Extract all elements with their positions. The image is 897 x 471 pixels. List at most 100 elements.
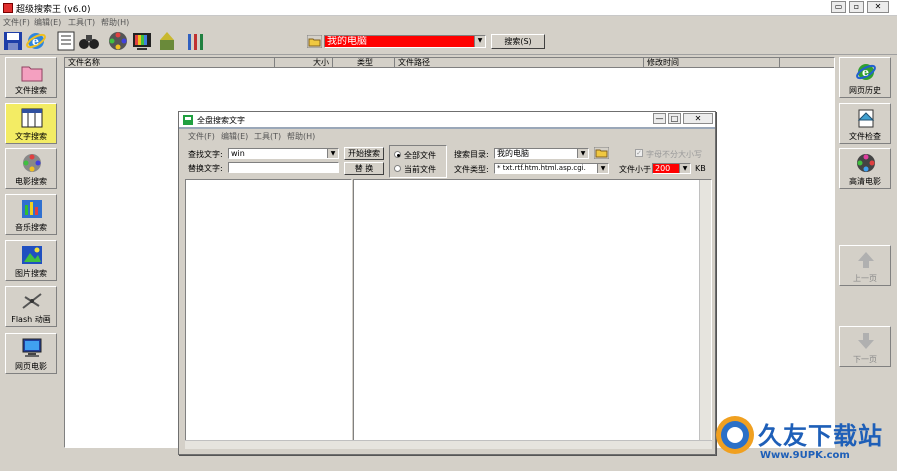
monitor-icon xyxy=(22,338,42,357)
case-insensitive-label: 字母不分大小写 xyxy=(646,150,702,159)
dialog-menu-edit[interactable]: 编辑(E) xyxy=(221,131,248,142)
dialog-separator xyxy=(179,127,715,129)
dialog-menu-file[interactable]: 文件(F) xyxy=(188,131,215,142)
file-list-pane[interactable] xyxy=(185,179,352,449)
chevron-down-icon[interactable]: ▼ xyxy=(679,164,690,173)
sidebar-item-file-search[interactable]: 文件搜索 xyxy=(5,57,57,98)
chevron-down-icon[interactable]: ▼ xyxy=(474,36,485,47)
dialog-maximize-button[interactable]: □ xyxy=(668,113,681,124)
find-text-input[interactable]: win ▼ xyxy=(228,148,339,159)
radio-current-file-label: 当前文件 xyxy=(404,165,436,174)
size-limit-select[interactable]: 200 ▼ xyxy=(652,163,691,174)
search-button[interactable]: 搜索(S) xyxy=(491,34,545,49)
sidebar-item-label: 上一页 xyxy=(853,274,877,283)
search-dir-label: 搜索目录: xyxy=(454,150,489,159)
radio-current-file[interactable] xyxy=(394,165,401,172)
dialog-menu-bar: 文件(F) 编辑(E) 工具(T) 帮助(H) xyxy=(179,130,715,142)
text-search-dialog: 全盘搜索文字 — □ ✕ 文件(F) 编辑(E) 工具(T) 帮助(H) 查找文… xyxy=(178,111,716,455)
file-check-icon xyxy=(857,109,875,128)
ie-icon: e xyxy=(856,64,876,80)
sidebar-item-label: 高清电影 xyxy=(849,177,881,186)
window-title-bar: 超级搜索王 (v6.0) ▭ ▫ ✕ xyxy=(0,0,897,16)
binoculars-icon[interactable] xyxy=(78,30,100,52)
column-header-type[interactable]: 类型 xyxy=(333,58,395,68)
sidebar-item-label: Flash 动画 xyxy=(11,315,51,324)
horizontal-scrollbar[interactable] xyxy=(185,440,712,449)
column-header-filler xyxy=(780,58,834,68)
tv-icon[interactable] xyxy=(131,30,153,52)
replace-text-input[interactable] xyxy=(228,162,339,173)
content-preview-pane[interactable] xyxy=(353,179,712,449)
sidebar-item-movie-search[interactable]: 电影搜索 xyxy=(5,148,57,189)
menu-file[interactable]: 文件(F) xyxy=(3,17,30,28)
file-check-button[interactable]: 文件检查 xyxy=(839,103,891,144)
search-location-value: 我的电脑 xyxy=(327,36,367,47)
web-history-button[interactable]: e 网页历史 xyxy=(839,57,891,98)
size-limit-label: 文件小于 xyxy=(619,165,651,174)
sidebar-item-label: 图片搜索 xyxy=(15,269,47,278)
sidebar-item-label: 文字搜索 xyxy=(15,132,47,141)
recycle-icon[interactable] xyxy=(156,30,178,52)
picture-icon xyxy=(22,246,42,264)
start-search-button[interactable]: 开始搜索 xyxy=(344,147,384,160)
search-dir-select[interactable]: 我的电脑 ▼ xyxy=(494,148,589,159)
toolbar: e 我的电脑 ▼ 搜索(S) xyxy=(0,28,897,55)
folder-icon xyxy=(21,66,43,82)
file-type-select[interactable]: * txt.rtf.htm.html.asp.cgi. ▼ xyxy=(494,163,609,174)
chevron-down-icon[interactable]: ▼ xyxy=(597,164,608,173)
minimize-button[interactable]: ▭ xyxy=(831,1,846,13)
menu-help[interactable]: 帮助(H) xyxy=(101,17,129,28)
sidebar-item-music-search[interactable]: 音乐搜索 xyxy=(5,194,57,235)
menu-tools[interactable]: 工具(T) xyxy=(68,17,95,28)
radio-all-files[interactable] xyxy=(394,151,401,158)
replace-button[interactable]: 替 换 xyxy=(344,162,384,175)
menu-bar: 文件(F) 编辑(E) 工具(T) 帮助(H) xyxy=(0,16,897,28)
document-icon[interactable] xyxy=(55,30,77,52)
dialog-close-button[interactable]: ✕ xyxy=(683,113,713,124)
vertical-scrollbar[interactable] xyxy=(699,180,711,448)
sidebar-item-text-search[interactable]: 文字搜索 xyxy=(5,103,57,144)
browse-folder-icon[interactable] xyxy=(594,147,609,159)
text-icon xyxy=(21,108,43,128)
dialog-menu-help[interactable]: 帮助(H) xyxy=(287,131,315,142)
chevron-down-icon[interactable]: ▼ xyxy=(327,149,338,158)
open-folder-icon[interactable] xyxy=(307,35,322,48)
sidebar-item-picture-search[interactable]: 图片搜索 xyxy=(5,240,57,281)
sidebar-item-web-movie[interactable]: 网页电影 xyxy=(5,333,57,374)
prev-page-button[interactable]: 上一页 xyxy=(839,245,891,286)
replace-text-label: 替换文字: xyxy=(188,164,223,173)
dialog-minimize-button[interactable]: — xyxy=(653,113,666,124)
next-page-button[interactable]: 下一页 xyxy=(839,326,891,367)
window-title: 超级搜索王 (v6.0) xyxy=(16,5,91,15)
dialog-app-icon xyxy=(183,115,193,125)
menu-edit[interactable]: 编辑(E) xyxy=(34,17,61,28)
tools-icon[interactable] xyxy=(185,30,207,52)
maximize-button[interactable]: ▫ xyxy=(849,1,864,13)
dialog-title-bar: 全盘搜索文字 — □ ✕ xyxy=(179,112,715,127)
dialog-menu-tools[interactable]: 工具(T) xyxy=(254,131,281,142)
dialog-title: 全盘搜索文字 xyxy=(197,116,245,125)
column-header-size[interactable]: 大小 xyxy=(275,58,333,68)
case-insensitive-checkbox[interactable]: ✓ xyxy=(635,149,643,157)
watermark-url: Www.9UPK.com xyxy=(760,450,850,461)
app-icon xyxy=(3,3,13,13)
film-reel-icon[interactable] xyxy=(107,30,129,52)
column-header-path[interactable]: 文件路径 xyxy=(395,58,644,68)
column-header-name[interactable]: 文件名称 xyxy=(65,58,275,68)
close-button[interactable]: ✕ xyxy=(867,1,889,13)
ie-browser-icon[interactable]: e xyxy=(25,30,47,52)
find-text-value: win xyxy=(231,149,245,158)
watermark: 久友下载站 Www.9UPK.com xyxy=(712,412,897,471)
watermark-logo-icon xyxy=(716,416,754,454)
radio-all-files-label: 全部文件 xyxy=(404,151,436,160)
search-location-select[interactable]: 我的电脑 ▼ xyxy=(324,35,486,48)
hd-movie-button[interactable]: 高清电影 xyxy=(839,148,891,189)
chevron-down-icon[interactable]: ▼ xyxy=(577,149,588,158)
search-dir-value: 我的电脑 xyxy=(497,149,529,158)
save-icon[interactable] xyxy=(2,30,24,52)
sidebar-item-flash-animation[interactable]: Flash 动画 xyxy=(5,286,57,327)
flash-icon xyxy=(22,293,42,309)
sidebar-item-label: 下一页 xyxy=(853,355,877,364)
column-header-modified[interactable]: 修改时间 xyxy=(644,58,780,68)
sidebar-item-label: 网页电影 xyxy=(15,362,47,371)
